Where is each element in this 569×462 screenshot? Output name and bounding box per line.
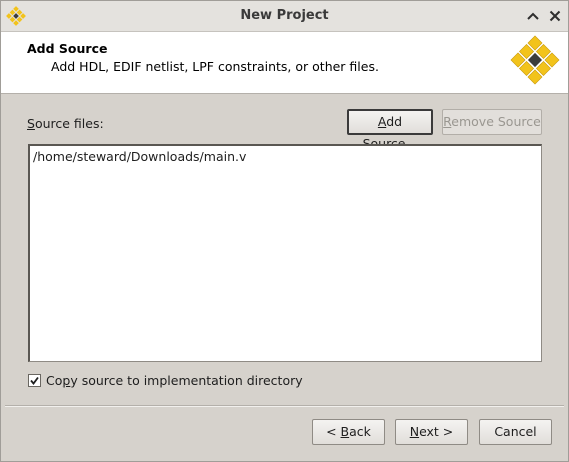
title-bar[interactable]: New Project [1,1,568,32]
copy-source-checkbox[interactable] [28,374,41,387]
remove-source-button[interactable]: Remove Source [442,109,542,135]
page-title: Add Source [27,41,108,56]
diamond-grid-logo-icon [510,35,560,85]
next-button[interactable]: Next > [395,419,468,445]
copy-source-label[interactable]: Copy source to implementation directory [46,373,303,388]
chevron-up-icon[interactable] [524,7,542,25]
back-button[interactable]: < Back [312,419,385,445]
cancel-button[interactable]: Cancel [479,419,552,445]
page-subtitle: Add HDL, EDIF netlist, LPF constraints, … [51,59,379,74]
footer-separator [5,405,564,407]
source-files-label: Source files: [27,116,104,131]
add-source-button[interactable]: Add Source... [347,109,433,151]
window-title: New Project [240,8,329,23]
source-files-list[interactable]: /home/steward/Downloads/main.v [28,144,542,362]
wizard-header: Add Source Add HDL, EDIF netlist, LPF co… [1,32,568,94]
new-project-dialog: New Project Add Source Add HDL, EDIF net… [0,0,569,462]
list-item[interactable]: /home/steward/Downloads/main.v [33,149,246,164]
close-icon[interactable] [546,7,564,25]
